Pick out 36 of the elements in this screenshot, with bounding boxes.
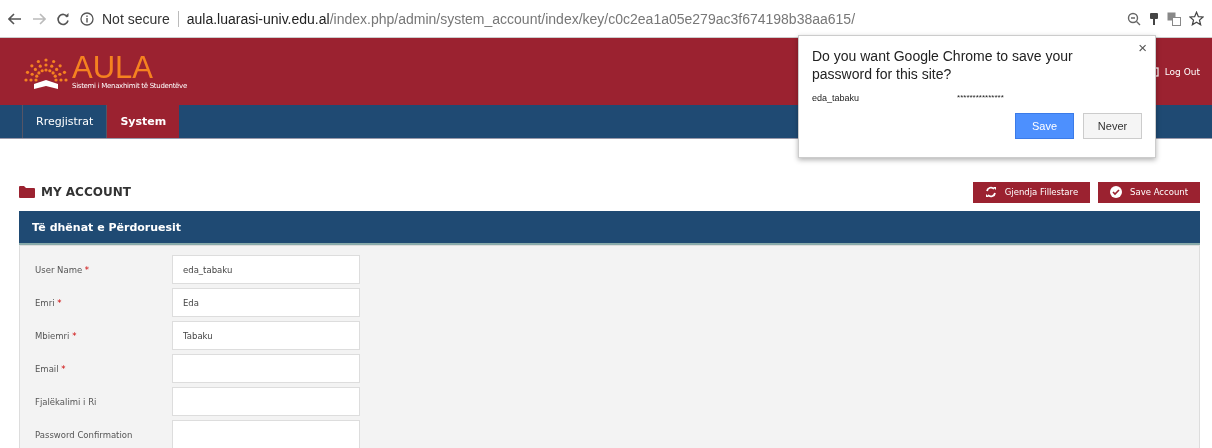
input-field[interactable]: Tabaku [172, 321, 360, 350]
check-circle-icon [1110, 186, 1123, 198]
folder-icon [19, 186, 35, 198]
saved-password: *************** [957, 93, 1004, 103]
nav-tab[interactable]: System [106, 105, 180, 138]
field-label: Email * [35, 363, 67, 374]
logout-link[interactable]: Log Out [1164, 66, 1200, 77]
input-field[interactable] [172, 420, 360, 448]
saved-username: eda_tabaku [812, 93, 860, 103]
field-label: Password Confirmation [35, 429, 134, 440]
input-field[interactable]: Eda [172, 288, 360, 317]
translate-icon[interactable] [1167, 11, 1181, 26]
field-label: Fjalëkalimi i Ri [35, 396, 98, 407]
close-button[interactable]: × [1138, 39, 1147, 56]
info-icon[interactable] [80, 11, 94, 26]
input-field[interactable] [172, 387, 360, 416]
star-icon[interactable] [1189, 11, 1204, 26]
input-field[interactable]: eda_tabaku [172, 255, 360, 284]
input-field[interactable] [172, 354, 360, 383]
logo-text: AULA [72, 53, 153, 82]
key-icon[interactable] [1149, 11, 1159, 26]
page-title: MY ACCOUNT [41, 185, 131, 199]
back-icon[interactable] [8, 12, 22, 25]
field-label: Emri * [35, 297, 63, 308]
never-button[interactable]: Never [1083, 113, 1142, 139]
reset-button[interactable]: Gjendja Fillestare [972, 181, 1091, 203]
zoom-out-icon[interactable] [1127, 11, 1141, 26]
field-label: Mbiemri * [35, 330, 78, 341]
dialog-question: Do you want Google Chrome to save your password for this site? [812, 47, 1074, 83]
panel-header: Të dhënat e Përdoruesit [19, 211, 1200, 245]
save-account-button[interactable]: Save Account [1098, 181, 1200, 203]
url-text[interactable]: aula.luarasi-univ.edu.al/index.php/admin/system_account/index/key/c0c2ea1a05e279ac3f674198b38aa615/ [186, 10, 856, 27]
reload-icon[interactable] [56, 11, 70, 26]
refresh-icon [984, 186, 997, 198]
field-label: User Name * [35, 264, 91, 275]
security-label: Not secure [102, 10, 170, 27]
